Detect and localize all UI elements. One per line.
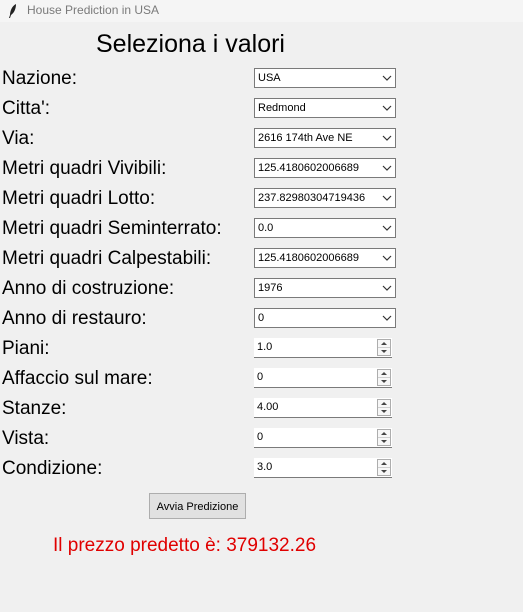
citta-combobox[interactable]: Redmond [254,98,396,118]
predict-button[interactable]: Avvia Predizione [149,493,246,519]
mq-seminterrato-value: 0.0 [258,222,274,234]
chevron-down-icon [382,135,392,141]
vista-spinbox[interactable]: 0 [254,428,392,448]
spin-down-icon[interactable] [378,438,390,445]
spin-up-icon[interactable] [378,370,390,378]
spin-down-icon[interactable] [378,378,390,385]
spin-up-icon[interactable] [378,460,390,468]
nazione-label: Nazione: [2,68,77,89]
nazione-value: USA [258,72,281,84]
anno-costruzione-label: Anno di costruzione: [2,278,175,299]
mq-vivibili-value: 125.4180602006689 [258,162,359,174]
via-combobox[interactable]: 2616 174th Ave NE [254,128,396,148]
spin-up-icon[interactable] [378,340,390,348]
mq-vivibili-label: Metri quadri Vivibili: [2,158,167,179]
predicted-price-text: Il prezzo predetto è: 379132.26 [53,535,317,556]
mq-seminterrato-combobox[interactable]: 0.0 [254,218,396,238]
chevron-down-icon [382,315,392,321]
citta-label: Citta': [2,98,50,119]
condizione-spinbox[interactable]: 3.0 [254,458,392,478]
anno-restauro-combobox[interactable]: 0 [254,308,396,328]
spin-down-icon[interactable] [378,468,390,475]
spinbox-arrows[interactable] [377,399,391,416]
feather-icon [9,4,16,18]
page-heading: Seleziona i valori [96,30,285,58]
mq-lotto-combobox[interactable]: 237.82980304719436 [254,188,396,208]
mq-vivibili-combobox[interactable]: 125.4180602006689 [254,158,396,178]
anno-costruzione-combobox[interactable]: 1976 [254,278,396,298]
condizione-label: Condizione: [2,458,103,479]
via-label: Via: [2,128,35,149]
chevron-down-icon [382,105,392,111]
vista-label: Vista: [2,428,50,449]
chevron-down-icon [382,165,392,171]
via-value: 2616 174th Ave NE [258,132,353,144]
chevron-down-icon [382,75,392,81]
title-bar: House Prediction in USA [0,0,523,22]
mq-calpestabili-label: Metri quadri Calpestabili: [2,248,212,269]
piani-value: 1.0 [257,341,273,353]
mq-lotto-value: 237.82980304719436 [258,192,366,204]
spinbox-arrows[interactable] [377,429,391,446]
stanze-spinbox[interactable]: 4.00 [254,398,392,418]
spin-up-icon[interactable] [378,400,390,408]
condizione-value: 3.0 [257,461,273,473]
chevron-down-icon [382,285,392,291]
citta-value: Redmond [258,102,306,114]
spin-down-icon[interactable] [378,348,390,355]
mq-lotto-label: Metri quadri Lotto: [2,188,156,209]
chevron-down-icon [382,195,392,201]
piani-label: Piani: [2,338,50,359]
mq-calpestabili-value: 125.4180602006689 [258,252,359,264]
mq-calpestabili-combobox[interactable]: 125.4180602006689 [254,248,396,268]
vista-value: 0 [257,431,264,443]
spinbox-arrows[interactable] [377,459,391,476]
stanze-label: Stanze: [2,398,67,419]
anno-restauro-value: 0 [258,312,265,324]
spin-down-icon[interactable] [378,408,390,415]
anno-restauro-label: Anno di restauro: [2,308,147,329]
spinbox-arrows[interactable] [377,369,391,386]
stanze-value: 4.00 [257,401,279,413]
piani-spinbox[interactable]: 1.0 [254,338,392,358]
affaccio-value: 0 [257,371,264,383]
nazione-combobox[interactable]: USA [254,68,396,88]
spinbox-arrows[interactable] [377,339,391,356]
window-title: House Prediction in USA [27,3,160,17]
affaccio-spinbox[interactable]: 0 [254,368,392,388]
mq-seminterrato-label: Metri quadri Seminterrato: [2,218,222,239]
anno-costruzione-value: 1976 [258,282,283,294]
affaccio-label: Affaccio sul mare: [2,368,153,389]
spin-up-icon[interactable] [378,430,390,438]
chevron-down-icon [382,255,392,261]
chevron-down-icon [382,225,392,231]
